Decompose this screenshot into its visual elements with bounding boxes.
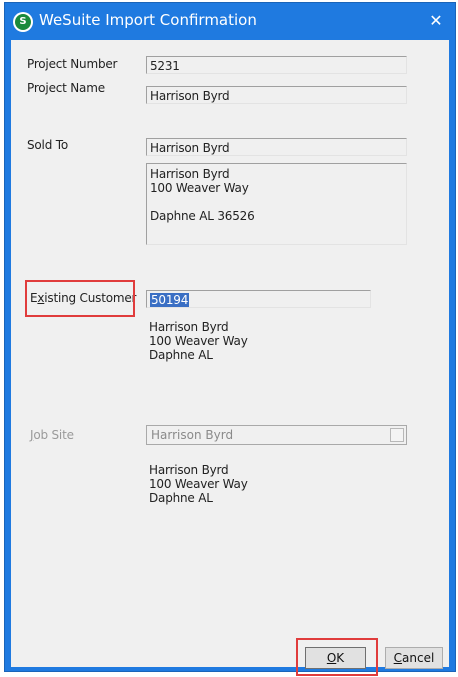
window-title: WeSuite Import Confirmation: [39, 11, 257, 29]
job-site-address-line-2: 100 Weaver Way: [149, 477, 248, 491]
existing-customer-address-line-2: 100 Weaver Way: [149, 334, 248, 348]
project-name-label: Project Name: [27, 81, 105, 95]
cancel-button-mnemonic: C: [393, 651, 403, 665]
project-number-field: 5231: [146, 56, 407, 74]
job-site-address-line-1: Harrison Byrd: [149, 463, 229, 477]
app-icon-letter: S: [15, 14, 31, 30]
sold-to-name-field: Harrison Byrd: [146, 138, 407, 156]
existing-customer-field[interactable]: 50194: [146, 290, 371, 308]
dropdown-button-icon: [390, 428, 404, 442]
dialog-body: Project Number 5231 Project Name Harriso…: [11, 40, 449, 676]
job-site-label: Job Site: [30, 428, 74, 442]
cancel-button[interactable]: Cancel: [385, 647, 443, 669]
job-site-address-line-3: Daphne AL: [149, 491, 213, 505]
ok-button-mnemonic: O: [326, 651, 337, 665]
sold-to-address-line-3: [150, 195, 403, 209]
existing-customer-selected-value: 50194: [150, 293, 190, 307]
sold-to-address-line-1: Harrison Byrd: [150, 167, 230, 181]
project-name-field: Harrison Byrd: [146, 86, 407, 104]
screenshot-frame: S WeSuite Import Confirmation ✕ Project …: [0, 0, 458, 677]
existing-customer-highlight-box: [25, 280, 135, 317]
close-icon[interactable]: ✕: [423, 9, 449, 33]
project-number-label: Project Number: [27, 57, 118, 71]
job-site-selected-value: Harrison Byrd: [151, 428, 234, 442]
existing-customer-address: Harrison Byrd 100 Weaver Way Daphne AL: [149, 320, 248, 362]
sold-to-address-line-2: 100 Weaver Way: [150, 181, 249, 195]
existing-customer-address-line-3: Daphne AL: [149, 348, 213, 362]
ok-button[interactable]: OK: [305, 647, 366, 669]
job-site-label-rest: ob Site: [33, 428, 74, 442]
wesuite-app-icon: S: [13, 12, 33, 32]
ok-button-label-rest: K: [336, 651, 345, 665]
sold-to-address-field: Harrison Byrd 100 Weaver Way Daphne AL 3…: [146, 163, 407, 245]
cancel-button-label-rest: ancel: [402, 651, 435, 665]
dialog-window: S WeSuite Import Confirmation ✕ Project …: [4, 2, 456, 676]
existing-customer-address-line-1: Harrison Byrd: [149, 320, 229, 334]
sold-to-address-line-4: Daphne AL 36526: [150, 209, 255, 223]
job-site-dropdown: Harrison Byrd: [146, 425, 407, 445]
sold-to-label: Sold To: [27, 138, 68, 152]
title-bar[interactable]: S WeSuite Import Confirmation ✕: [5, 3, 455, 40]
job-site-address: Harrison Byrd 100 Weaver Way Daphne AL: [149, 463, 248, 505]
